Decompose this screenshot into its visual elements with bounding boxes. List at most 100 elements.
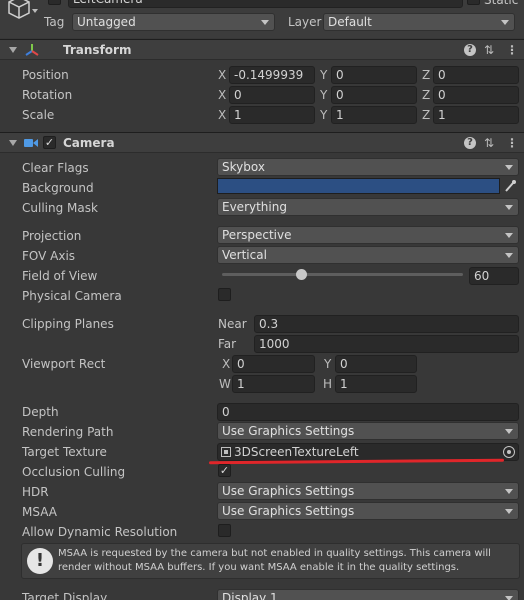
object-name-field[interactable]: LeftCamera <box>68 0 463 8</box>
foldout-arrow-icon[interactable] <box>9 47 17 53</box>
transform-header[interactable]: Transform ? ⇅ ⋮ <box>0 39 524 60</box>
static-checkbox[interactable] <box>467 0 480 5</box>
position-y-field[interactable]: 0 <box>331 66 417 84</box>
chevron-down-icon <box>501 20 509 25</box>
viewport-y-label: Y <box>324 357 332 371</box>
near-field[interactable]: 0.3 <box>254 315 519 333</box>
help-icon[interactable]: ? <box>464 44 476 56</box>
far-label: Far <box>218 337 237 351</box>
target-texture-value: 3DScreenTextureLeft <box>234 445 359 459</box>
more-icon[interactable]: ⋮ <box>506 40 518 60</box>
foldout-arrow-icon[interactable] <box>9 140 17 146</box>
chevron-down-icon <box>505 509 513 514</box>
presets-icon[interactable]: ⇅ <box>484 133 494 153</box>
viewport-h-field[interactable]: 1 <box>335 375 417 393</box>
viewport-h-label: H <box>323 377 333 391</box>
msaa-dropdown[interactable]: Use Graphics Settings <box>217 502 519 520</box>
occlusion-culling-label: Occlusion Culling <box>22 465 126 479</box>
tag-dropdown[interactable]: Untagged <box>72 13 275 31</box>
culling-mask-dropdown[interactable]: Everything <box>217 198 519 216</box>
position-z-field[interactable]: 0 <box>433 66 519 84</box>
camera-header[interactable]: ✓ Camera ? ⇅ ⋮ <box>0 132 524 153</box>
far-field[interactable]: 1000 <box>254 335 519 353</box>
render-texture-icon <box>221 445 231 457</box>
target-display-label: Target Display <box>22 591 108 600</box>
eyedropper-icon[interactable] <box>503 178 517 194</box>
depth-label: Depth <box>22 405 59 419</box>
scale-x-field[interactable]: 1 <box>229 106 315 124</box>
chevron-down-icon <box>505 489 513 494</box>
clear-flags-label: Clear Flags <box>22 161 89 175</box>
fov-axis-dropdown[interactable]: Vertical <box>217 246 519 264</box>
rendering-path-dropdown[interactable]: Use Graphics Settings <box>217 422 519 440</box>
transform-axes-icon <box>23 42 41 58</box>
rotation-x-field[interactable]: 0 <box>229 86 315 104</box>
camera-title: Camera <box>63 136 115 150</box>
fov-axis-label: FOV Axis <box>22 249 76 263</box>
scale-z-field[interactable]: 1 <box>433 106 519 124</box>
axis-label: X <box>218 108 227 122</box>
axis-label: Y <box>320 88 328 102</box>
viewport-y-field[interactable]: 0 <box>335 355 417 373</box>
chevron-down-icon <box>505 205 513 210</box>
static-label: Static <box>484 0 519 7</box>
projection-dropdown[interactable]: Perspective <box>217 226 519 244</box>
camera-enabled-checkbox[interactable]: ✓ <box>43 136 56 149</box>
near-label: Near <box>218 317 247 331</box>
occlusion-culling-checkbox[interactable]: ✓ <box>218 464 231 477</box>
gameobject-icon-dropdown[interactable] <box>32 9 38 13</box>
chevron-down-icon <box>505 253 513 258</box>
object-picker-icon[interactable] <box>503 446 515 458</box>
axis-label: Y <box>320 108 328 122</box>
layer-dropdown[interactable]: Default <box>323 13 515 31</box>
axis-label: X <box>218 68 227 82</box>
layer-label: Layer <box>288 15 322 29</box>
viewport-w-field[interactable]: 1 <box>232 375 315 393</box>
more-icon[interactable]: ⋮ <box>506 133 518 153</box>
background-label: Background <box>22 181 94 195</box>
scale-y-field[interactable]: 1 <box>331 106 417 124</box>
target-texture-label: Target Texture <box>22 445 107 459</box>
fov-slider-thumb[interactable] <box>296 269 308 280</box>
clear-flags-dropdown[interactable]: Skybox <box>217 158 519 176</box>
chevron-down-icon <box>505 165 513 170</box>
tag-label: Tag <box>44 15 65 29</box>
field-of-view-field[interactable]: 60 <box>469 267 519 285</box>
active-checkbox[interactable] <box>48 0 61 5</box>
physical-camera-checkbox[interactable] <box>218 288 231 301</box>
position-x-field[interactable]: -0.1499939 <box>229 66 315 84</box>
hdr-label: HDR <box>22 485 49 499</box>
background-color-swatch[interactable] <box>217 178 500 194</box>
scale-label: Scale <box>22 108 55 122</box>
chevron-down-icon <box>505 596 513 600</box>
chevron-down-icon <box>505 429 513 434</box>
cube-icon <box>6 0 32 20</box>
hdr-dropdown[interactable]: Use Graphics Settings <box>217 482 519 500</box>
rendering-path-label: Rendering Path <box>22 425 114 439</box>
projection-label: Projection <box>22 229 82 243</box>
target-display-dropdown[interactable]: Display 1 <box>217 589 519 600</box>
axis-label: Z <box>422 68 431 82</box>
help-icon[interactable]: ? <box>464 137 476 149</box>
rotation-y-field[interactable]: 0 <box>331 86 417 104</box>
culling-mask-label: Culling Mask <box>22 201 98 215</box>
axis-label: X <box>218 88 227 102</box>
depth-field[interactable]: 0 <box>217 403 519 421</box>
transform-title: Transform <box>63 43 132 57</box>
msaa-warning-box: ! MSAA is requested by the camera but no… <box>21 543 520 579</box>
chevron-down-icon <box>261 20 269 25</box>
viewport-x-field[interactable]: 0 <box>232 355 315 373</box>
rotation-z-field[interactable]: 0 <box>433 86 519 104</box>
allow-dynamic-resolution-checkbox[interactable] <box>218 524 231 537</box>
warning-icon: ! <box>27 548 53 574</box>
viewport-x-label: X <box>222 357 231 371</box>
axis-label: Z <box>422 88 431 102</box>
fov-slider-track[interactable] <box>222 273 463 276</box>
physical-camera-label: Physical Camera <box>22 289 122 303</box>
warning-text: MSAA is requested by the camera but not … <box>58 548 491 573</box>
viewport-rect-label: Viewport Rect <box>22 357 106 371</box>
position-label: Position <box>22 68 69 82</box>
gameobject-header: LeftCamera Static Tag Untagged Layer Def… <box>0 0 524 38</box>
presets-icon[interactable]: ⇅ <box>484 40 494 60</box>
viewport-w-label: W <box>219 377 231 391</box>
